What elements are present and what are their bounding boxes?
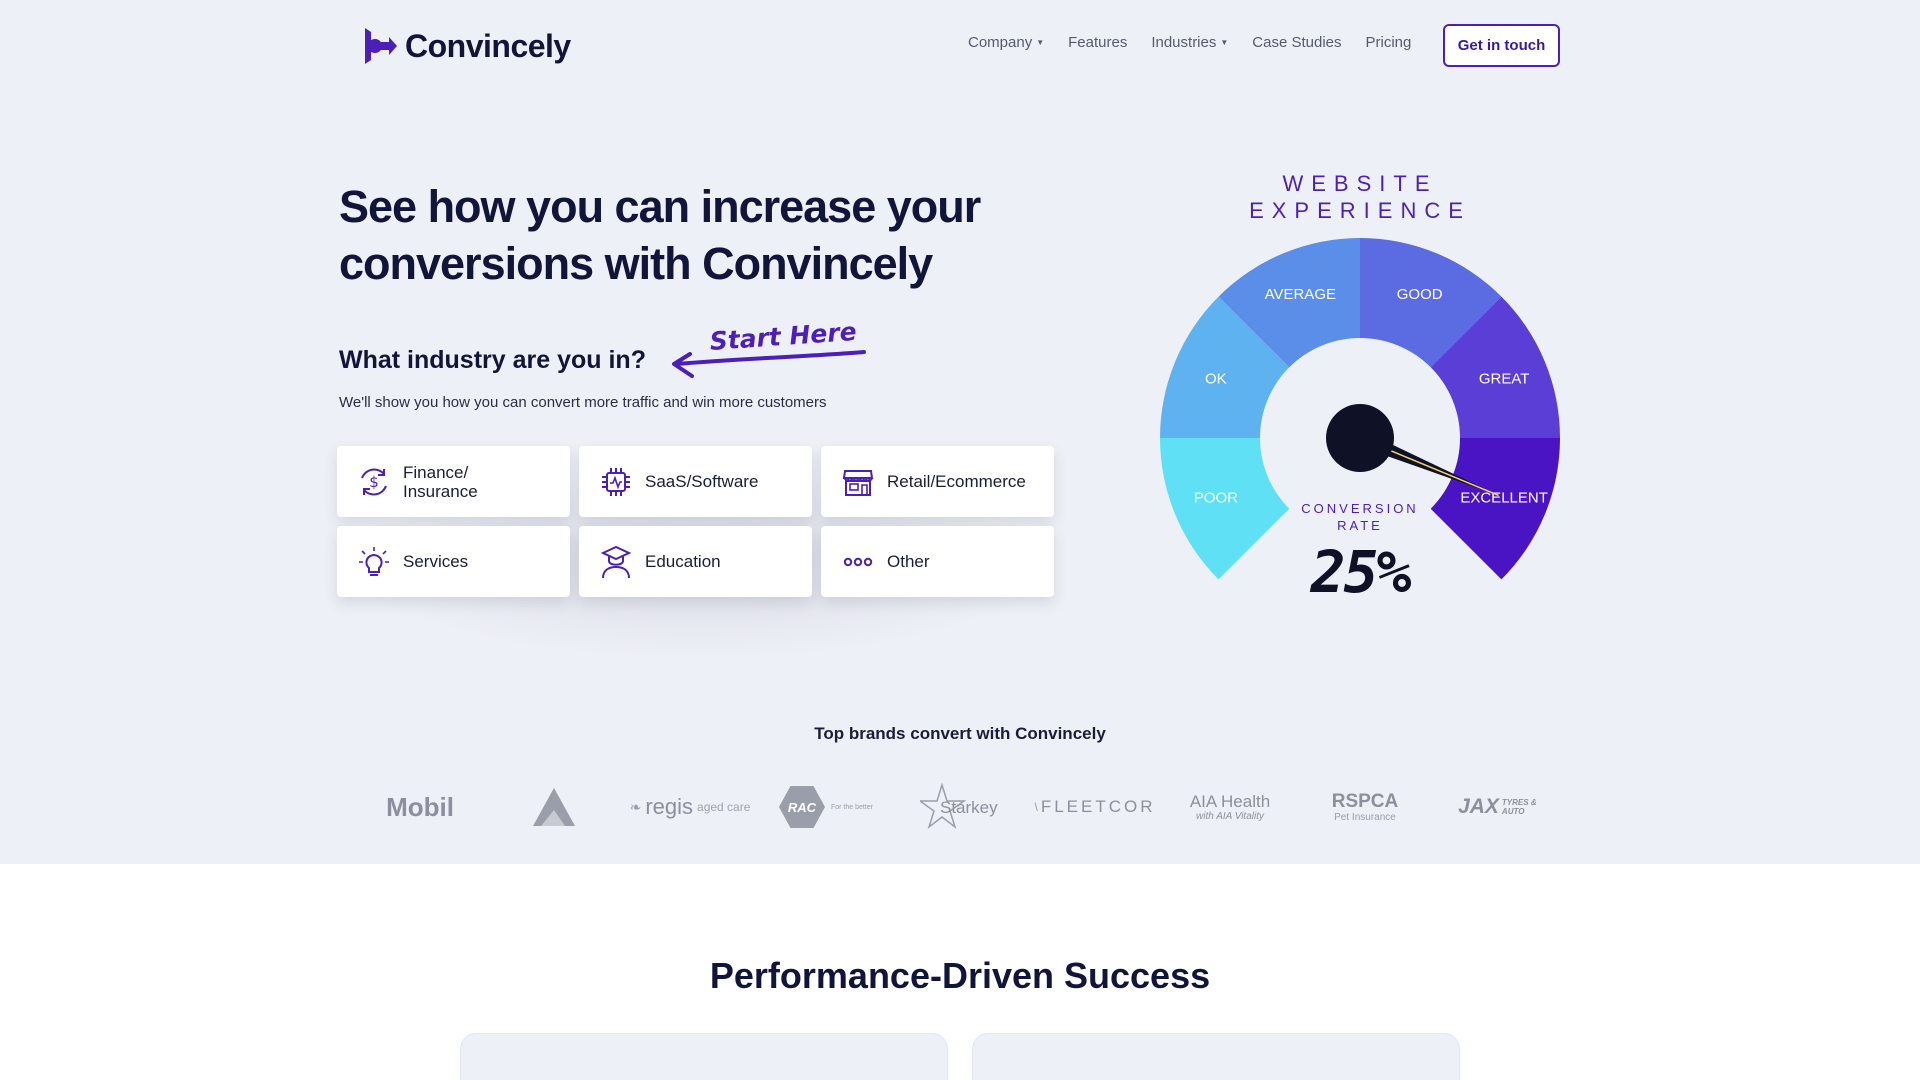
caret-down-icon: ▼ [1220,38,1229,47]
industry-card-other[interactable]: Other [821,526,1054,597]
nav-links: Company ▼ Features Industries ▼ Case Stu… [968,34,1411,51]
nav-item-company[interactable]: Company ▼ [968,34,1044,51]
industry-card-label: SaaS/Software [645,472,759,491]
gauge-label-ok: OK [1205,370,1227,387]
industry-card-finance[interactable]: $ Finance/Insurance [337,446,570,517]
performance-card [972,1033,1460,1080]
industry-card-label: Other [887,552,930,571]
hero-title: See how you can increase your conversion… [339,178,999,292]
industry-card-label: Education [645,552,721,571]
lightbulb-icon [359,546,389,576]
storefront-icon [842,469,874,496]
gauge-segment-excellent [1430,438,1560,580]
dots-icon [843,557,873,566]
brand-logo-rac: RAC For the better [776,782,876,832]
brand-logo-mobil: Mobil [386,791,454,822]
gauge-hub [1326,404,1394,472]
dollar-refresh-icon: $ [361,468,387,495]
start-here-annotation: Start Here [672,318,866,378]
caret-down-icon: ▼ [1036,38,1045,47]
nav-item-pricing[interactable]: Pricing [1366,34,1412,51]
mountain-logo-icon [533,788,575,826]
industry-grid: $ Finance/Insurance SaaS/Software Retail… [337,446,1055,597]
svg-text:$: $ [369,473,379,491]
brand-name: Convincely [405,27,571,64]
industry-question: What industry are you in? [339,346,646,374]
nav-item-industries[interactable]: Industries ▼ [1151,34,1228,51]
gauge-label-poor: POOR [1194,490,1238,507]
nav-item-case-studies[interactable]: Case Studies [1252,34,1341,51]
hero-subtext: We'll show you how you can convert more … [339,394,827,411]
gauge-title-line1: WEBSITE [1282,171,1438,196]
paw-icon: ❧ [629,798,642,815]
brand-logo-regis: ❧ regis aged care [629,794,751,819]
nav-item-label: Features [1068,34,1128,51]
conversion-rate-label: CONVERSION RATE [1301,501,1419,533]
brand-logo-mountain [530,782,578,832]
nav-item-label: Industries [1151,34,1217,51]
industry-card-retail[interactable]: Retail/Ecommerce [821,446,1054,517]
brand-logo-rspca: RSPCA Pet Insurance [1331,790,1399,823]
top-navigation: Convincely Company ▼ Features Industries… [0,0,1920,90]
graduate-icon [600,545,632,578]
gauge-title-line2: EXPERIENCE [1249,198,1471,223]
brand-logo-aia: AIA Health with AIA Vitality [1189,791,1271,822]
chip-icon [602,467,630,496]
brand-logo[interactable]: Convincely [357,22,571,70]
gauge-segment-poor [1160,438,1290,580]
gauge-label-good: GOOD [1397,286,1443,303]
performance-title: Performance-Driven Success [709,955,1211,996]
logo-arrow-icon [365,28,397,64]
gauge-label-average: AVERAGE [1265,286,1336,303]
brands-title: Top brands convert with Convincely [814,724,1106,743]
brand-logo-starkey: Starkey [920,782,1000,832]
hero-title-line1: See how you can increase your [339,181,981,232]
nav-item-label: Case Studies [1252,34,1342,51]
industry-card-education[interactable]: Education [579,526,812,597]
conversion-rate-value: 25% [1310,538,1412,606]
industry-card-label: Finance/Insurance [403,462,478,501]
get-in-touch-button[interactable]: Get in touch [1443,24,1560,67]
brand-logo-fleetcor: \ FLEETCOR [1034,797,1156,816]
industry-card-saas[interactable]: SaaS/Software [579,446,812,517]
industry-card-label: Services [403,552,469,571]
nav-item-label: Company [968,34,1033,51]
gauge-title: WEBSITE EXPERIENCE [1240,170,1480,224]
industry-card-services[interactable]: Services [337,526,570,597]
start-here-text: Start Here [709,318,858,356]
gauge-label-great: GREAT [1479,370,1530,387]
nav-item-features[interactable]: Features [1068,34,1127,51]
industry-card-label: Retail/Ecommerce [887,472,1026,491]
brand-logo-jax: JAX TYRES & AUTO [1458,795,1537,818]
hero-title-line2: conversions with Convincely [339,238,933,289]
performance-card [460,1033,948,1080]
gauge-label-excellent: EXCELLENT [1460,490,1548,507]
nav-item-label: Pricing [1365,34,1412,51]
